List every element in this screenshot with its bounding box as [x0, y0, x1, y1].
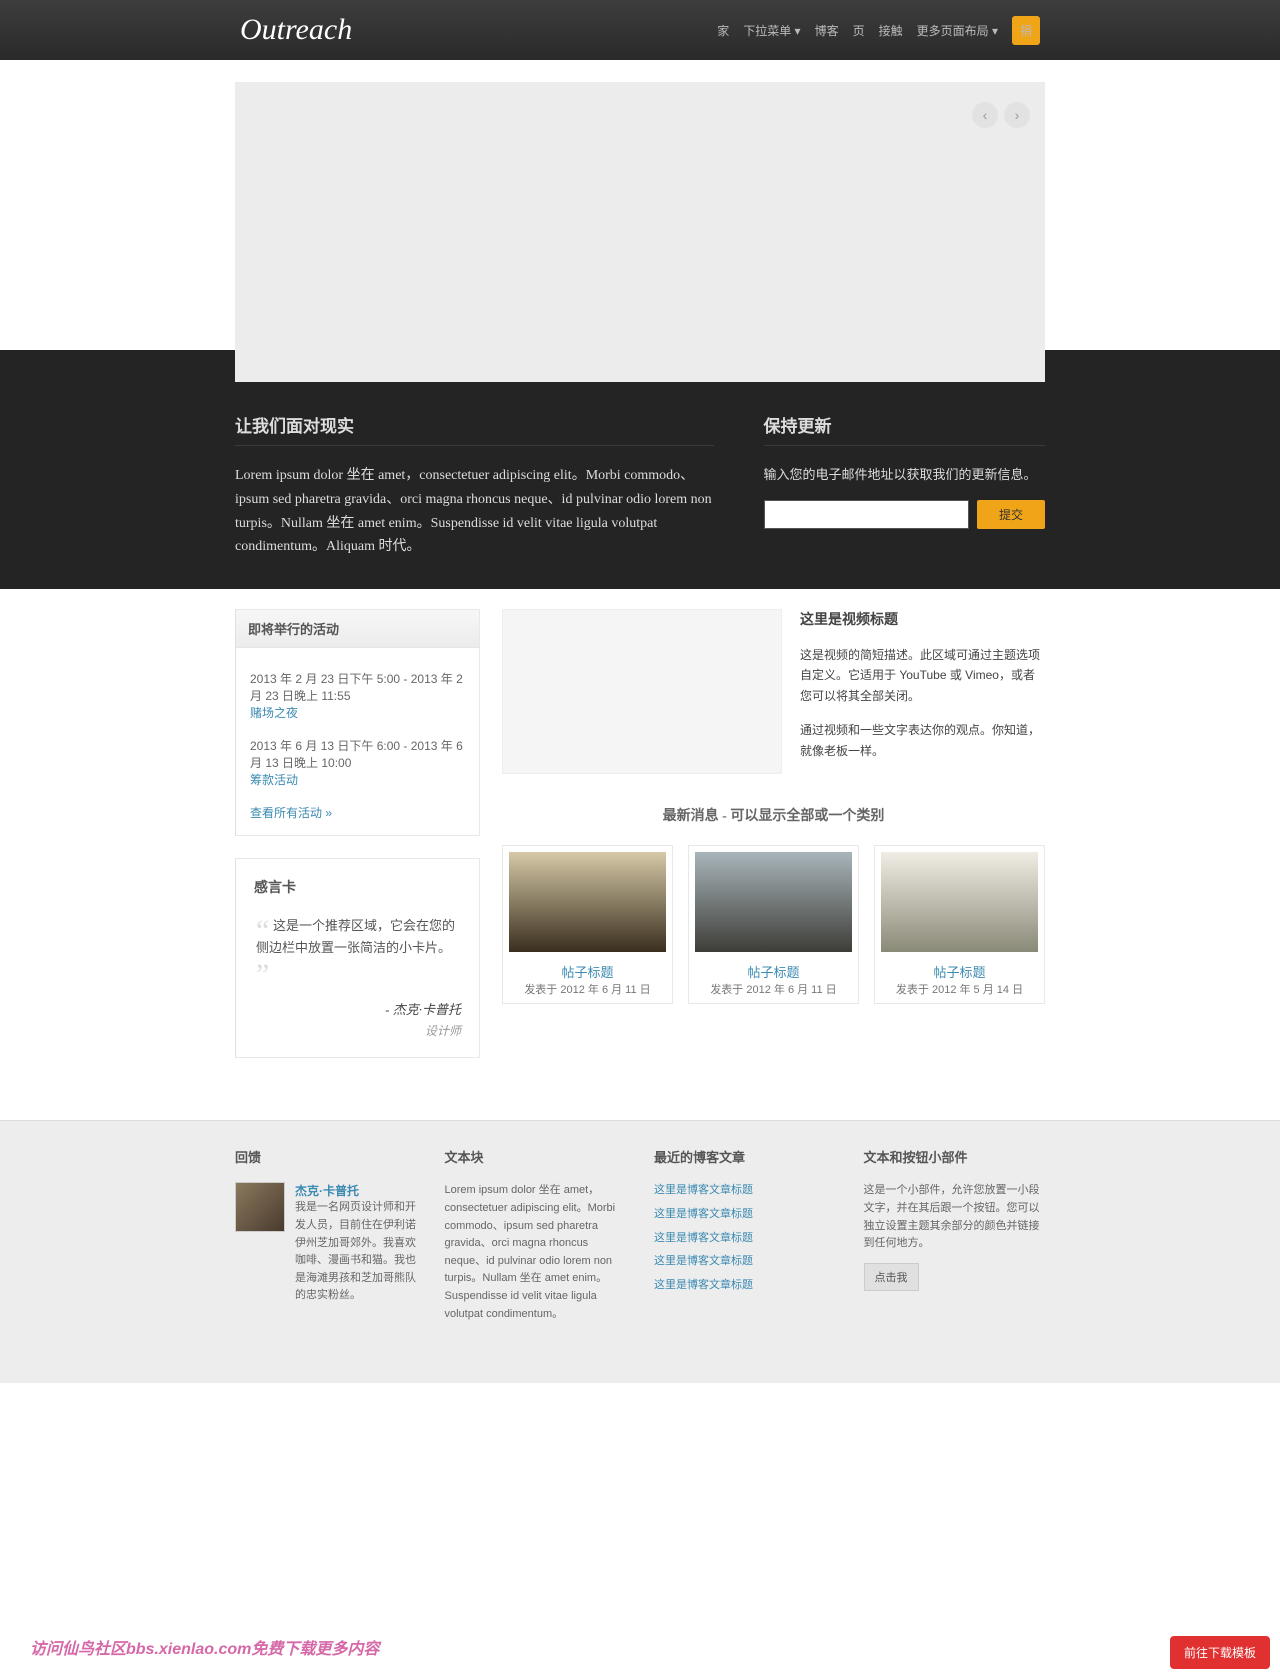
recent-post-link[interactable]: 这里是博客文章标题	[654, 1208, 753, 1220]
main-content: 这里是视频标题 这是视频的简短描述。此区域可通过主题选项自定义。它适用于 You…	[502, 609, 1045, 1080]
header: Outreach 家 下拉菜单 ▾ 博客 页 接触 更多页面布局 ▾ 捐	[0, 0, 1280, 60]
nav-contact[interactable]: 接触	[879, 22, 903, 39]
events-widget-title: 即将举行的活动	[236, 610, 479, 648]
slider-next-button[interactable]: ›	[1004, 102, 1030, 128]
author-link[interactable]: 杰克·卡普托	[295, 1184, 359, 1198]
subscribe-heading: 保持更新	[764, 412, 1045, 446]
post-title-link[interactable]: 帖子标题	[747, 965, 799, 980]
recent-post-link[interactable]: 这里是博客文章标题	[654, 1232, 753, 1244]
recent-post-link[interactable]: 这里是博客文章标题	[654, 1184, 753, 1196]
recent-post-link[interactable]: 这里是博客文章标题	[654, 1255, 753, 1267]
download-template-button[interactable]: 前往下载模板	[1170, 1636, 1270, 1669]
nav-blog[interactable]: 博客	[815, 22, 839, 39]
post-image	[695, 852, 852, 952]
submit-button[interactable]: 提交	[977, 500, 1045, 529]
post-image	[509, 852, 666, 952]
nav-dropdown[interactable]: 下拉菜单 ▾	[743, 22, 800, 39]
event-item: 2013 年 2 月 23 日下午 5:00 - 2013 年 2 月 23 日…	[250, 662, 465, 729]
testimonial-quote: “ 这是一个推荐区域，它会在您的侧边栏中放置一张简洁的小卡片。 ”	[254, 915, 461, 981]
post-title-link[interactable]: 帖子标题	[933, 965, 985, 980]
post-date: 发表于 2012 年 6 月 11 日	[695, 981, 852, 997]
nav-page[interactable]: 页	[853, 22, 865, 39]
email-input[interactable]	[764, 500, 969, 529]
footer-col-feedback: 回馈 杰克·卡普托 我是一名网页设计师和开发人员，目前住在伊利诺伊州芝加哥郊外。…	[235, 1147, 417, 1323]
post-card[interactable]: 帖子标题 发表于 2012 年 6 月 11 日	[688, 845, 859, 1004]
all-events-link[interactable]: 查看所有活动 »	[250, 804, 465, 821]
post-card[interactable]: 帖子标题 发表于 2012 年 6 月 11 日	[502, 845, 673, 1004]
click-me-button[interactable]: 点击我	[864, 1263, 919, 1291]
footer-text: Lorem ipsum dolor 坐在 amet，consectetuer a…	[445, 1182, 627, 1323]
video-desc: 这是视频的简短描述。此区域可通过主题选项自定义。它适用于 YouTube 或 V…	[800, 645, 1045, 706]
hero-slider: ‹ ›	[235, 82, 1045, 382]
donate-button[interactable]: 捐	[1012, 16, 1040, 45]
footer-text: 这是一个小部件，允许您放置一小段文字，并在其后跟一个按钮。您可以独立设置主题其余…	[864, 1182, 1046, 1252]
event-item: 2013 年 6 月 13 日下午 6:00 - 2013 年 6 月 13 日…	[250, 729, 465, 796]
footer-heading: 文本和按钮小部件	[864, 1147, 1046, 1166]
video-title: 这里是视频标题	[800, 609, 1045, 633]
testimonial-title: 感言卡	[254, 877, 461, 897]
quote-open-icon: “	[256, 914, 269, 947]
footer-heading: 最近的博客文章	[654, 1147, 836, 1166]
post-image	[881, 852, 1038, 952]
slider-prev-button[interactable]: ‹	[972, 102, 998, 128]
footer-col-recent: 最近的博客文章 这里是博客文章标题 这里是博客文章标题 这里是博客文章标题 这里…	[654, 1147, 836, 1323]
post-card[interactable]: 帖子标题 发表于 2012 年 5 月 14 日	[874, 845, 1045, 1004]
testimonial-role: 设计师	[254, 1022, 461, 1039]
watermark-text: 访问仙鸟社区bbs.xienlao.com免费下载更多内容	[30, 1635, 379, 1659]
subscribe-text: 输入您的电子邮件地址以获取我们的更新信息。	[764, 464, 1045, 486]
footer-heading: 回馈	[235, 1147, 417, 1166]
recent-post-link[interactable]: 这里是博客文章标题	[654, 1279, 753, 1291]
author-bio: 我是一名网页设计师和开发人员，目前住在伊利诺伊州芝加哥郊外。我喜欢咖啡、漫画书和…	[295, 1199, 417, 1305]
logo[interactable]: Outreach	[240, 13, 352, 47]
avatar	[235, 1182, 285, 1232]
cta-text: Lorem ipsum dolor 坐在 amet，consectetuer a…	[235, 464, 714, 559]
post-date: 发表于 2012 年 6 月 11 日	[509, 981, 666, 997]
footer-col-button: 文本和按钮小部件 这是一个小部件，允许您放置一小段文字，并在其后跟一个按钮。您可…	[864, 1147, 1046, 1323]
nav-home[interactable]: 家	[717, 22, 729, 39]
quote-close-icon: ”	[256, 958, 269, 991]
event-time: 2013 年 6 月 13 日下午 6:00 - 2013 年 6 月 13 日…	[250, 737, 465, 771]
news-heading: 最新消息 - 可以显示全部或一个类别	[502, 805, 1045, 825]
sidebar: 即将举行的活动 2013 年 2 月 23 日下午 5:00 - 2013 年 …	[235, 609, 480, 1080]
post-title-link[interactable]: 帖子标题	[561, 965, 613, 980]
main-nav: 家 下拉菜单 ▾ 博客 页 接触 更多页面布局 ▾ 捐	[717, 16, 1040, 45]
footer-heading: 文本块	[445, 1147, 627, 1166]
testimonial-author: - 杰克·卡普托	[254, 999, 461, 1018]
video-placeholder[interactable]	[502, 609, 782, 774]
post-date: 发表于 2012 年 5 月 14 日	[881, 981, 1038, 997]
testimonial-widget: 感言卡 “ 这是一个推荐区域，它会在您的侧边栏中放置一张简洁的小卡片。 ” - …	[235, 858, 480, 1058]
nav-more[interactable]: 更多页面布局 ▾	[917, 22, 998, 39]
video-desc: 通过视频和一些文字表达你的观点。你知道，就像老板一样。	[800, 720, 1045, 761]
events-widget: 即将举行的活动 2013 年 2 月 23 日下午 5:00 - 2013 年 …	[235, 609, 480, 836]
cta-section: 让我们面对现实 Lorem ipsum dolor 坐在 amet，consec…	[0, 350, 1280, 589]
footer: 回馈 杰克·卡普托 我是一名网页设计师和开发人员，目前住在伊利诺伊州芝加哥郊外。…	[0, 1120, 1280, 1383]
event-link[interactable]: 赌场之夜	[250, 706, 298, 720]
event-link[interactable]: 筹款活动	[250, 773, 298, 787]
footer-col-text: 文本块 Lorem ipsum dolor 坐在 amet，consectetu…	[445, 1147, 627, 1323]
event-time: 2013 年 2 月 23 日下午 5:00 - 2013 年 2 月 23 日…	[250, 670, 465, 704]
cta-heading: 让我们面对现实	[235, 412, 714, 446]
